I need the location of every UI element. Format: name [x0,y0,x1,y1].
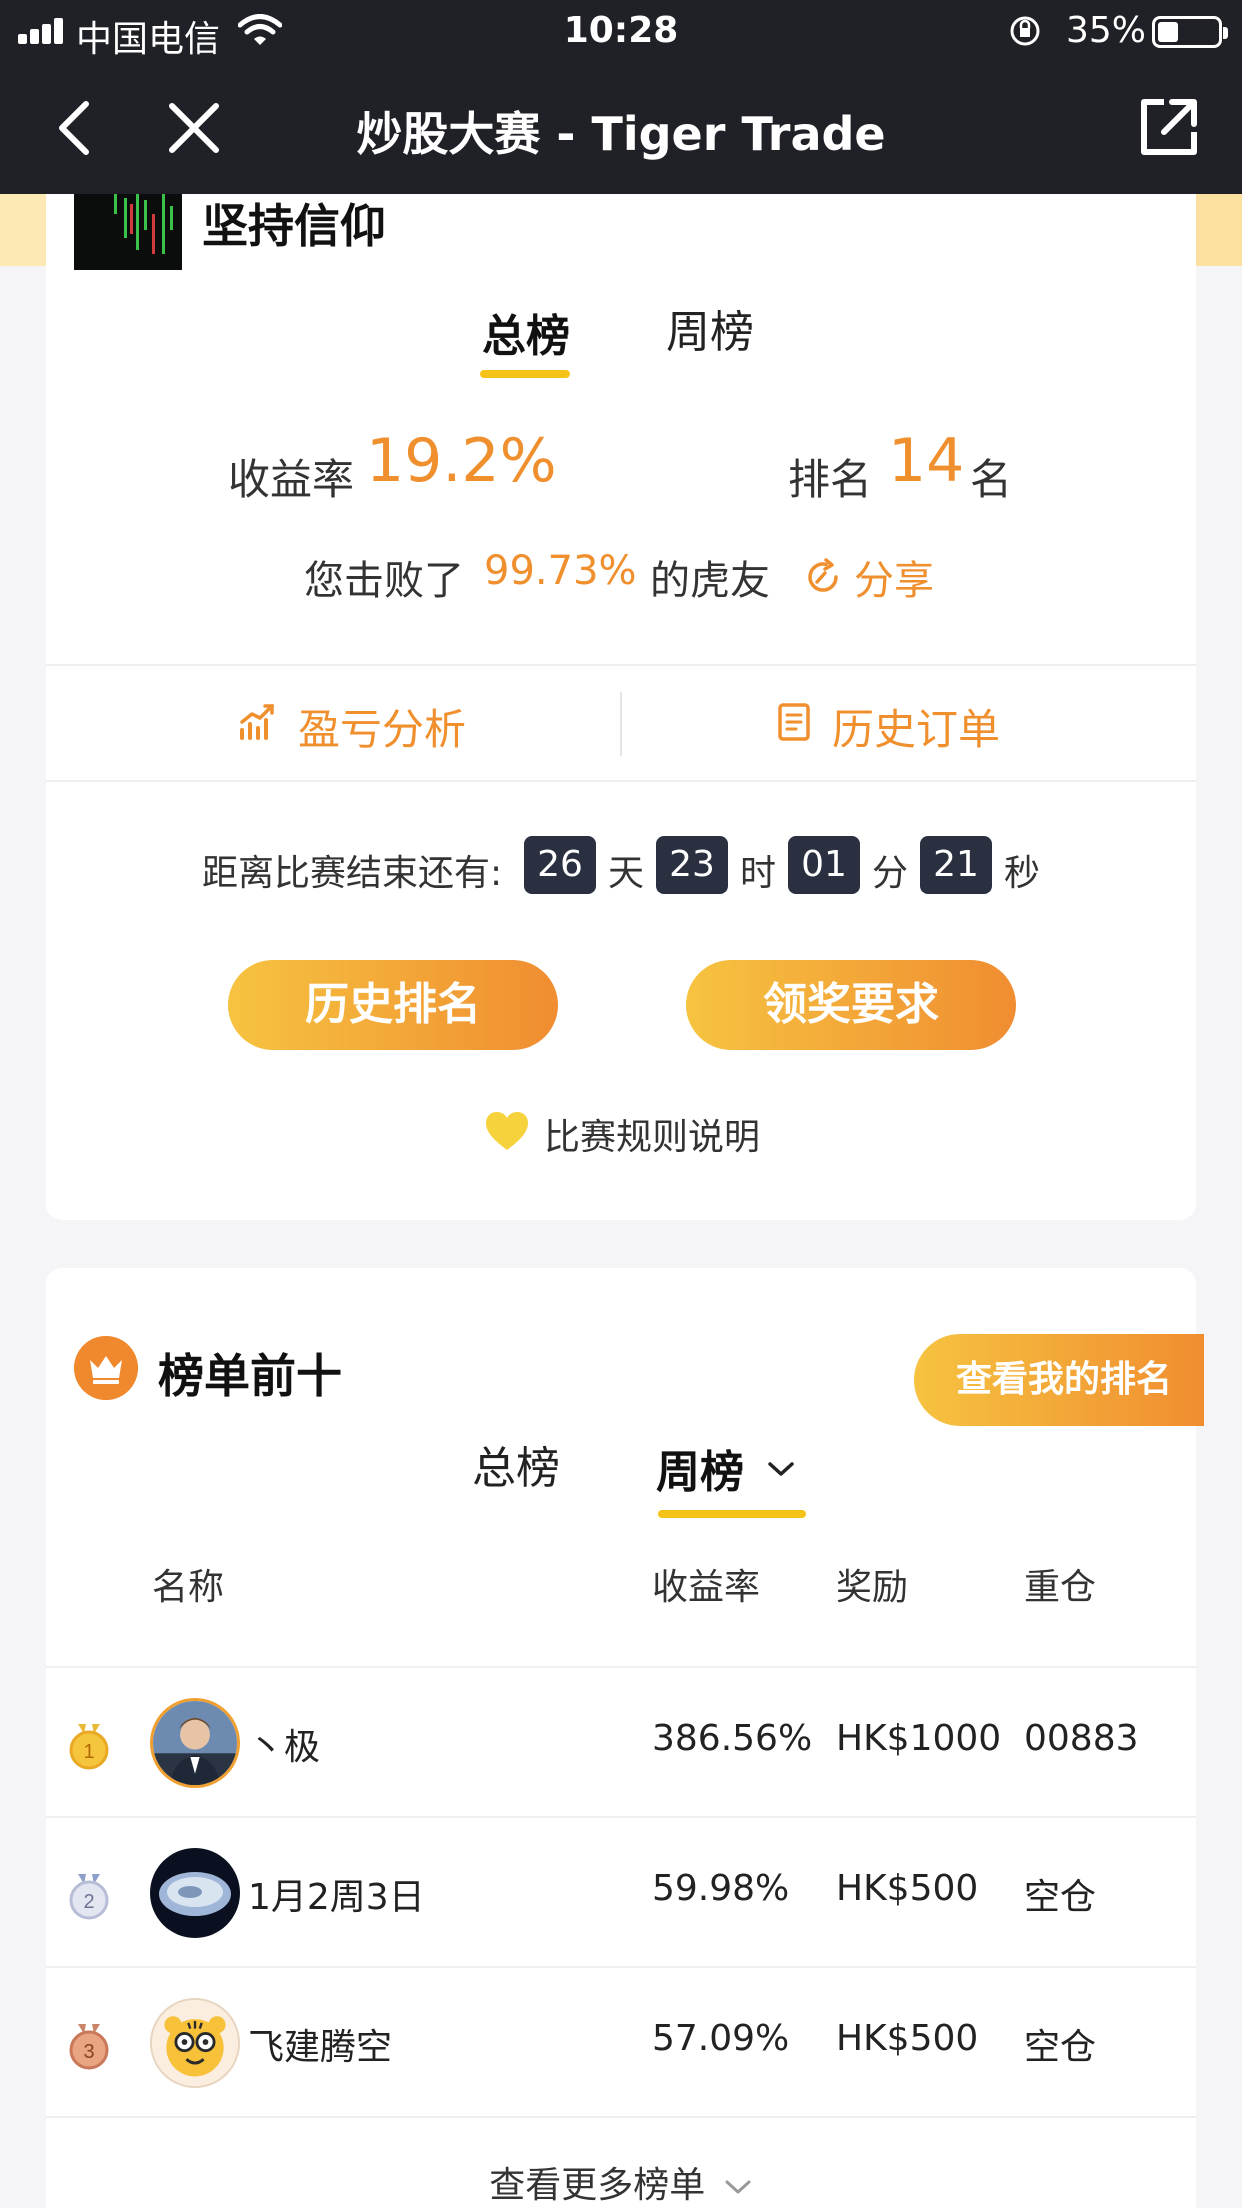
player-name: 丶极 [248,1727,321,1768]
chart-icon [240,704,274,740]
player-reward: HK$500 [836,2018,979,2059]
profile-name: 坚持信仰 [202,199,386,253]
avatar[interactable] [150,1848,240,1938]
rank-unit: 名 [970,455,1013,504]
chevron-down-icon [725,2180,751,2194]
column-reward: 奖励 [836,1567,909,1608]
divider [46,664,1196,666]
view-more-link[interactable]: 查看更多榜单 [46,2156,1196,2208]
status-bar: 中国电信 10:28 35% [0,0,1242,62]
player-position: 00883 [1024,1718,1139,1759]
table-row[interactable]: 2 1月2周3日 59.98% HK$500 空仓 [46,1816,1196,1966]
divider [46,2116,1196,2118]
document-icon [778,703,810,741]
crown-icon [74,1336,138,1400]
table-row[interactable]: 1 丶极 386.56% HK$1000 00883 [46,1666,1196,1816]
history-ranking-button[interactable]: 历史排名 [228,960,558,1050]
heart-icon [486,1112,528,1150]
beat-percent: 99.73% [484,548,637,594]
medal-rank: 1 [83,1741,94,1763]
prize-requirements-button[interactable]: 领奖要求 [686,960,1016,1050]
view-more-label[interactable]: 查看更多榜单 [489,2165,705,2206]
countdown-days: 26 [524,836,596,894]
countdown-hours: 23 [656,836,728,894]
countdown-label: 距离比赛结束还有: [202,853,503,894]
order-history-link[interactable]: 历史订单 [832,696,1000,757]
rotation-lock-icon [1010,16,1040,46]
active-tab-indicator [658,1510,806,1518]
vertical-divider [620,692,622,756]
player-position: 空仓 [1024,1877,1097,1918]
avatar[interactable] [150,1998,240,2088]
share-link[interactable]: 分享 [854,548,934,606]
seconds-unit: 秒 [1004,853,1041,894]
beat-prefix: 您击败了 [304,558,464,604]
tab-total[interactable]: 总榜 [482,300,570,364]
battery-icon [1152,16,1228,48]
tab-weekly[interactable]: 周榜 [666,296,754,360]
player-position: 空仓 [1024,2027,1097,2068]
share-icon[interactable] [804,558,842,596]
bronze-medal-icon: 3 [69,2024,109,2070]
rules-link-row[interactable]: 比赛规则说明 [46,1108,1196,1158]
player-return: 57.09% [652,2018,790,2059]
medal-rank: 3 [83,2041,94,2063]
days-unit: 天 [608,853,645,894]
leaderboard-title: 榜单前十 [158,1349,342,1403]
tab-weekly[interactable]: 周榜 [656,1436,744,1500]
player-return: 386.56% [652,1718,813,1759]
column-name: 名称 [152,1567,225,1608]
avatar[interactable] [150,1698,240,1788]
view-my-rank-button[interactable]: 查看我的排名 [914,1334,1204,1426]
table-header: 名称 收益率 奖励 重仓 [46,1558,1196,1618]
rank-value: 14 [888,426,965,496]
silver-medal-icon: 2 [69,1874,109,1920]
medal-rank: 2 [83,1891,94,1913]
external-link-icon[interactable] [1138,96,1200,158]
countdown-seconds: 21 [920,836,992,894]
page-title: 炒股大赛 - Tiger Trade [356,107,886,161]
profile-thumbnail [74,194,182,270]
minutes-unit: 分 [872,853,909,894]
stats-row: 收益率 19.2% 排名 14 名 [46,426,1196,510]
leaderboard-card: 榜单前十 查看我的排名 总榜 周榜 名称 收益率 奖励 重仓 1 丶极 386.… [46,1268,1204,2208]
pnl-analysis-link[interactable]: 盈亏分析 [298,696,466,757]
player-return: 59.98% [652,1868,790,1909]
player-name: 飞建腾空 [248,2027,393,2068]
column-position: 重仓 [1024,1567,1097,1608]
player-reward: HK$500 [836,1868,979,1909]
clock: 10:28 [563,10,679,51]
my-stats-card: 坚持信仰 总榜 周榜 收益率 19.2% 排名 14 名 您击败了 99.73%… [46,194,1196,1220]
nav-bar: 炒股大赛 - Tiger Trade [0,62,1242,194]
stats-tabs: 总榜 周榜 [46,300,1196,380]
rank-label: 排名 [788,455,873,504]
hours-unit: 时 [740,853,777,894]
battery-percent: 35% [1066,10,1147,51]
gold-medal-icon: 1 [69,1724,109,1770]
player-reward: HK$1000 [836,1718,1002,1759]
column-return: 收益率 [652,1567,761,1608]
divider [46,780,1196,782]
tab-total[interactable]: 总榜 [472,1432,560,1496]
return-value: 19.2% [366,426,557,496]
return-label: 收益率 [228,455,355,504]
countdown-minutes: 01 [788,836,860,894]
beat-summary: 您击败了 99.73% 的虎友 分享 [46,548,1196,608]
player-name: 1月2周3日 [248,1877,425,1918]
beat-suffix: 的虎友 [650,558,770,604]
chevron-down-icon[interactable] [766,1458,796,1480]
active-tab-indicator [480,370,570,378]
rules-link[interactable]: 比赛规则说明 [544,1108,760,1160]
countdown: 距离比赛结束还有: 26 天 23 时 01 分 21 秒 [46,836,1196,902]
leaderboard-tabs: 总榜 周榜 [46,1428,1196,1518]
table-row[interactable]: 3 飞建腾空 57.09% HK$500 空仓 [46,1966,1196,2116]
